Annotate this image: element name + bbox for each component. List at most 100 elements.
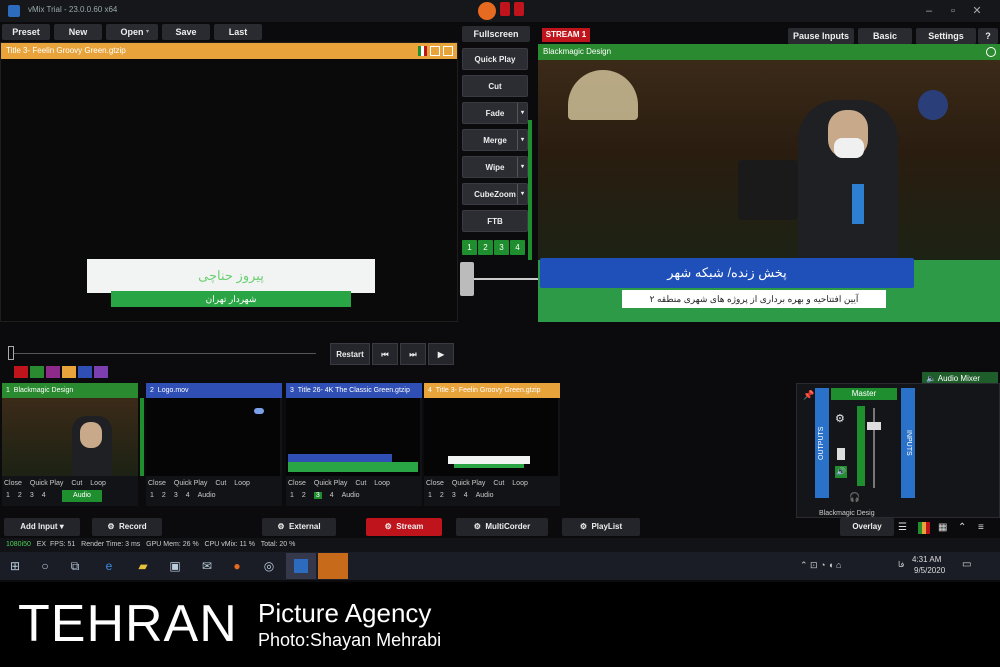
color-swatch-orange[interactable] xyxy=(62,366,76,378)
input-tile-1[interactable]: 1 Blackmagic Design Close Quick Play Cut Lo… xyxy=(2,383,138,506)
gear-icon[interactable] xyxy=(443,46,453,56)
overlay-button[interactable]: Overlay xyxy=(840,518,894,536)
add-input-dropdown-icon[interactable]: ▾ xyxy=(60,522,64,531)
gear-icon[interactable]: ⚙ xyxy=(107,522,114,531)
help-button[interactable]: ? xyxy=(978,28,998,44)
powerpoint-app-icon[interactable] xyxy=(318,553,348,579)
master-fader-handle[interactable] xyxy=(867,422,881,430)
overlay-1-button[interactable]: 1 xyxy=(428,492,432,499)
overlay-2-button[interactable]: 2 xyxy=(440,492,444,499)
overlay-4-button[interactable]: 4 xyxy=(330,492,334,499)
overlay-2-button[interactable]: 2 xyxy=(162,492,166,499)
file-explorer-icon[interactable]: ▰ xyxy=(134,557,152,575)
merge-dropdown-icon[interactable]: ▾ xyxy=(517,130,527,150)
meter-icon[interactable] xyxy=(918,522,930,534)
multicorder-button[interactable]: ⚙ MultiCorder xyxy=(456,518,548,536)
audio-button[interactable]: Audio xyxy=(198,492,216,499)
open-button[interactable]: Open xyxy=(106,24,158,40)
gear-icon[interactable]: ⚙ xyxy=(385,522,392,531)
cubezoom-dropdown-icon[interactable]: ▾ xyxy=(517,184,527,204)
t-bar-handle[interactable] xyxy=(460,262,474,296)
camera-indicator-icon[interactable] xyxy=(500,2,510,16)
close-button[interactable]: Close xyxy=(288,480,306,487)
master-fader-track[interactable] xyxy=(873,408,875,488)
overlay-1-button[interactable]: 1 xyxy=(150,492,154,499)
windows-start-icon[interactable]: ⊞ xyxy=(6,557,24,575)
system-tray-icons[interactable]: ⌃ ⊡ ◔ ◖ ⌂ xyxy=(800,560,841,571)
wipe-button[interactable]: Wipe ▾ xyxy=(462,156,528,178)
playlist-button[interactable]: ⚙ PlayList xyxy=(562,518,640,536)
firefox-icon[interactable]: ● xyxy=(228,557,246,575)
task-view-icon[interactable]: ⧉ xyxy=(66,557,84,575)
quick-play-button[interactable]: Quick Play xyxy=(174,480,207,487)
color-swatch-purple[interactable] xyxy=(46,366,60,378)
vmix-app-icon[interactable] xyxy=(286,553,316,579)
mic-indicator-icon[interactable] xyxy=(514,2,524,16)
timeline-track[interactable] xyxy=(14,353,316,354)
language-indicator[interactable]: فا xyxy=(898,560,904,569)
overlay-4-button[interactable]: 4 xyxy=(186,492,190,499)
quick-play-button[interactable]: Quick Play xyxy=(452,480,485,487)
overlay-4-button[interactable]: 4 xyxy=(42,492,46,499)
overlay-3-button[interactable]: 3 xyxy=(30,492,34,499)
close-button[interactable]: Close xyxy=(426,480,444,487)
quick-play-button[interactable]: Quick Play xyxy=(462,48,528,70)
color-swatch-violet[interactable] xyxy=(94,366,108,378)
transition-2-button[interactable]: 2 xyxy=(478,240,493,255)
close-icon[interactable]: ✕ xyxy=(966,3,988,19)
cut-button[interactable]: Cut xyxy=(493,480,504,487)
merge-button[interactable]: Merge ▾ xyxy=(462,129,528,151)
loop-button[interactable]: Loop xyxy=(512,480,528,487)
chevron-up-icon[interactable]: ⌃ xyxy=(958,522,966,533)
external-button[interactable]: ⚙ External xyxy=(262,518,336,536)
preset-button[interactable]: Preset xyxy=(2,24,50,40)
transition-3-button[interactable]: 3 xyxy=(494,240,509,255)
audio-button[interactable]: Audio xyxy=(342,492,360,499)
stream-indicator[interactable]: STREAM 1 xyxy=(542,28,590,42)
overlay-2-button[interactable]: 2 xyxy=(302,492,306,499)
overlay-3-button[interactable]: 3 xyxy=(313,492,322,499)
close-button[interactable]: Close xyxy=(4,480,22,487)
gear-icon[interactable] xyxy=(986,47,996,57)
t-bar-track[interactable] xyxy=(474,278,538,280)
fast-forward-icon[interactable]: ⏭ xyxy=(400,343,426,365)
restart-button[interactable]: Restart xyxy=(330,343,370,365)
overlay-3-button[interactable]: 3 xyxy=(452,492,456,499)
list-icon[interactable]: ☰ xyxy=(898,522,907,533)
stream-button[interactable]: ⚙ Stream xyxy=(366,518,442,536)
wipe-dropdown-icon[interactable]: ▾ xyxy=(517,157,527,177)
color-swatch-green[interactable] xyxy=(30,366,44,378)
close-button[interactable]: Close xyxy=(148,480,166,487)
input-tile-4[interactable]: 4 Title 3- Feelin Groovy Green.gtzip Clo… xyxy=(424,383,560,506)
cut-button[interactable]: Cut xyxy=(355,480,366,487)
basic-button[interactable]: Basic xyxy=(858,28,912,44)
firefox-icon[interactable] xyxy=(478,2,496,20)
transition-4-button[interactable]: 4 xyxy=(510,240,525,255)
overlay-1-button[interactable]: 1 xyxy=(290,492,294,499)
fade-dropdown-icon[interactable]: ▾ xyxy=(517,103,527,123)
taskbar-time[interactable]: 4:31 AM xyxy=(912,555,941,564)
minimize-icon[interactable]: – xyxy=(918,3,940,19)
input-tile-3[interactable]: 3 Title 26- 4K The Classic Green.gtzip C… xyxy=(286,383,422,506)
store-icon[interactable]: ▣ xyxy=(166,557,184,575)
settings-button[interactable]: Settings xyxy=(916,28,976,44)
search-icon[interactable]: ○ xyxy=(36,557,54,575)
cut-button[interactable]: Cut xyxy=(215,480,226,487)
audio-button[interactable]: Audio xyxy=(62,490,102,502)
grid-icon[interactable]: ▦ xyxy=(938,522,947,533)
pin-icon[interactable]: 📌 xyxy=(803,390,814,401)
taskbar-date[interactable]: 9/5/2020 xyxy=(914,566,945,575)
cubezoom-button[interactable]: CubeZoom ▾ xyxy=(462,183,528,205)
overlay-1-button[interactable]: 1 xyxy=(6,492,10,499)
headphones-icon[interactable]: 🎧 xyxy=(849,492,860,503)
rewind-icon[interactable]: ⏮ xyxy=(372,343,398,365)
loop-button[interactable]: Loop xyxy=(90,480,106,487)
speaker-on-icon[interactable]: 🔊 xyxy=(835,466,847,478)
save-button[interactable]: Save xyxy=(162,24,210,40)
last-button[interactable]: Last xyxy=(214,24,262,40)
input-tile-2[interactable]: 2 Logo.mov Close Quick Play Cut Loop 1 2 3 4 Au… xyxy=(146,383,282,506)
ftb-button[interactable]: FTB xyxy=(462,210,528,232)
cut-button[interactable]: Cut xyxy=(71,480,82,487)
output-panel[interactable]: Blackmagic Design پخش زنده/ شبکه شهر آیی… xyxy=(538,44,1000,325)
add-input-button[interactable]: Add Input ▾ xyxy=(4,518,80,536)
